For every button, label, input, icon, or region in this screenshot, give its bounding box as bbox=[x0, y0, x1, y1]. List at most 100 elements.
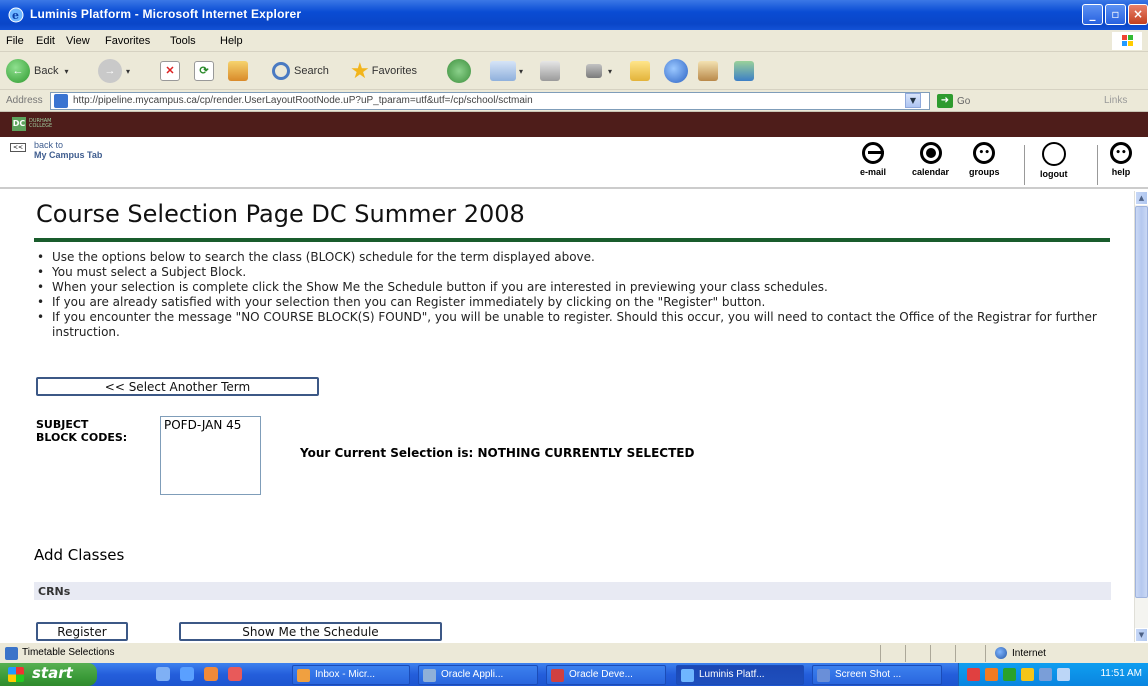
menu-help[interactable]: Help bbox=[220, 35, 243, 47]
stop-icon: ✕ bbox=[160, 61, 180, 81]
groups-link[interactable]: •• groups bbox=[969, 142, 1000, 177]
instruction-item: You must select a Subject Block. bbox=[36, 265, 1116, 280]
main-frame: Course Selection Page DC Summer 2008 Use… bbox=[0, 191, 1148, 642]
close-button[interactable]: × bbox=[1128, 4, 1148, 25]
back-to-my-campus-link[interactable]: << back to My Campus Tab bbox=[10, 140, 102, 160]
quicklaunch-outlook-icon[interactable] bbox=[204, 667, 218, 681]
calendar-link[interactable]: calendar bbox=[912, 142, 949, 177]
tray-monitor-icon[interactable] bbox=[1039, 668, 1052, 681]
history-button[interactable] bbox=[447, 58, 471, 84]
vertical-scrollbar[interactable]: ▲ ▼ bbox=[1134, 191, 1148, 642]
durham-college-logo: DC DURHAM COLLEGE bbox=[12, 117, 53, 131]
menu-file[interactable]: File bbox=[6, 35, 24, 47]
current-selection-text: Your Current Selection is: NOTHING CURRE… bbox=[300, 446, 694, 460]
back-label: Back bbox=[34, 65, 59, 77]
tray-display-icon[interactable] bbox=[1057, 668, 1070, 681]
calendar-icon bbox=[919, 142, 942, 164]
address-input[interactable]: http://pipeline.mycampus.ca/cp/render.Us… bbox=[50, 92, 930, 110]
globe-icon bbox=[664, 59, 688, 83]
forward-arrow-icon: → bbox=[98, 59, 122, 83]
status-bar: Timetable Selections Internet bbox=[0, 642, 1148, 663]
favorites-button[interactable]: ★ Favorites bbox=[350, 58, 417, 84]
scroll-up-icon[interactable]: ▲ bbox=[1135, 191, 1148, 205]
security-zone: Internet bbox=[995, 647, 1046, 659]
portal-divider bbox=[1097, 145, 1098, 185]
mail-button[interactable]: ▾ bbox=[490, 58, 523, 84]
edit-icon bbox=[586, 64, 602, 78]
register-button[interactable]: Register bbox=[36, 622, 128, 641]
address-dropdown-button[interactable]: ▼ bbox=[905, 93, 921, 108]
email-label: e-mail bbox=[860, 167, 887, 177]
go-button[interactable]: ➜ Go bbox=[937, 93, 970, 109]
menu-tools[interactable]: Tools bbox=[170, 35, 196, 47]
task-screenshot[interactable]: Screen Shot ... bbox=[812, 665, 942, 685]
tray-app-icon[interactable] bbox=[985, 668, 998, 681]
zone-label: Internet bbox=[1012, 647, 1046, 659]
instruction-item: If you are already satisfied with your s… bbox=[36, 295, 1116, 310]
svg-text:e: e bbox=[12, 9, 19, 22]
people-button[interactable] bbox=[734, 58, 754, 84]
go-arrow-icon: ➜ bbox=[937, 94, 953, 108]
title-bar: e Luminis Platform - Microsoft Internet … bbox=[0, 0, 1148, 30]
scroll-down-icon[interactable]: ▼ bbox=[1135, 628, 1148, 642]
page-status-icon bbox=[5, 647, 18, 660]
windows-flag-icon bbox=[8, 667, 24, 682]
people-icon bbox=[734, 61, 754, 81]
favorites-label: Favorites bbox=[371, 65, 417, 77]
links-button[interactable]: Links bbox=[1104, 95, 1127, 106]
logout-icon bbox=[1041, 142, 1066, 166]
maximize-button[interactable]: ▫ bbox=[1105, 4, 1126, 25]
menu-view[interactable]: View bbox=[66, 35, 90, 47]
subject-option[interactable]: POFD-JAN 45 bbox=[164, 418, 257, 432]
portal-divider bbox=[1024, 145, 1025, 185]
menu-edit[interactable]: Edit bbox=[36, 35, 55, 47]
email-link[interactable]: e-mail bbox=[860, 142, 886, 177]
status-pane bbox=[905, 645, 906, 662]
logout-label: logout bbox=[1040, 169, 1068, 179]
search-label: Search bbox=[294, 65, 329, 77]
address-label: Address bbox=[6, 95, 43, 106]
select-another-term-button[interactable]: << Select Another Term bbox=[36, 377, 319, 396]
folder-button[interactable] bbox=[630, 58, 650, 84]
tray-volume-icon[interactable] bbox=[1021, 668, 1034, 681]
home-button[interactable] bbox=[228, 58, 248, 84]
task-oracle-appli[interactable]: Oracle Appli... bbox=[418, 665, 538, 685]
research-icon bbox=[698, 61, 718, 81]
back-button[interactable]: ← Back ▾ bbox=[6, 58, 68, 84]
messenger-button[interactable] bbox=[664, 58, 688, 84]
print-button[interactable] bbox=[540, 58, 560, 84]
minimize-button[interactable]: _ bbox=[1082, 4, 1103, 25]
quicklaunch-app-icon[interactable] bbox=[228, 667, 242, 681]
email-icon bbox=[862, 142, 884, 164]
task-oracle-deve[interactable]: Oracle Deve... bbox=[546, 665, 666, 685]
help-link[interactable]: •• help bbox=[1110, 142, 1132, 177]
menu-favorites[interactable]: Favorites bbox=[105, 35, 150, 47]
clock: 11:51 AM bbox=[1100, 668, 1142, 679]
start-button[interactable]: start bbox=[0, 663, 97, 686]
ie-window: e Luminis Platform - Microsoft Internet … bbox=[0, 0, 1148, 686]
forward-button[interactable]: → ▾ bbox=[98, 58, 130, 84]
search-button[interactable]: Search bbox=[272, 58, 329, 84]
status-pane bbox=[880, 645, 881, 662]
task-inbox[interactable]: Inbox - Micr... bbox=[292, 665, 410, 685]
back-link-line1: back to bbox=[34, 140, 64, 150]
edit-button[interactable]: ▾ bbox=[586, 58, 612, 84]
tray-network-icon[interactable] bbox=[1003, 668, 1016, 681]
quicklaunch-desktop-icon[interactable] bbox=[156, 667, 170, 681]
show-me-the-schedule-button[interactable]: Show Me the Schedule bbox=[179, 622, 442, 641]
subject-block-listbox[interactable]: POFD-JAN 45 bbox=[160, 416, 261, 495]
oracle-icon bbox=[423, 669, 436, 682]
logout-link[interactable]: logout bbox=[1040, 142, 1068, 179]
refresh-button[interactable]: ⟳ bbox=[194, 58, 214, 84]
tray-security-icon[interactable] bbox=[967, 668, 980, 681]
stop-button[interactable]: ✕ bbox=[160, 58, 180, 84]
back-arrows-icon: << bbox=[10, 143, 26, 152]
help-icon: •• bbox=[1110, 142, 1132, 164]
go-label: Go bbox=[957, 95, 971, 107]
quicklaunch-ie-icon[interactable] bbox=[180, 667, 194, 681]
scroll-thumb[interactable] bbox=[1135, 206, 1148, 598]
task-label: Screen Shot ... bbox=[835, 669, 902, 680]
status-text: Timetable Selections bbox=[22, 647, 115, 658]
research-button[interactable] bbox=[698, 58, 718, 84]
task-luminis[interactable]: Luminis Platf... bbox=[676, 665, 804, 685]
